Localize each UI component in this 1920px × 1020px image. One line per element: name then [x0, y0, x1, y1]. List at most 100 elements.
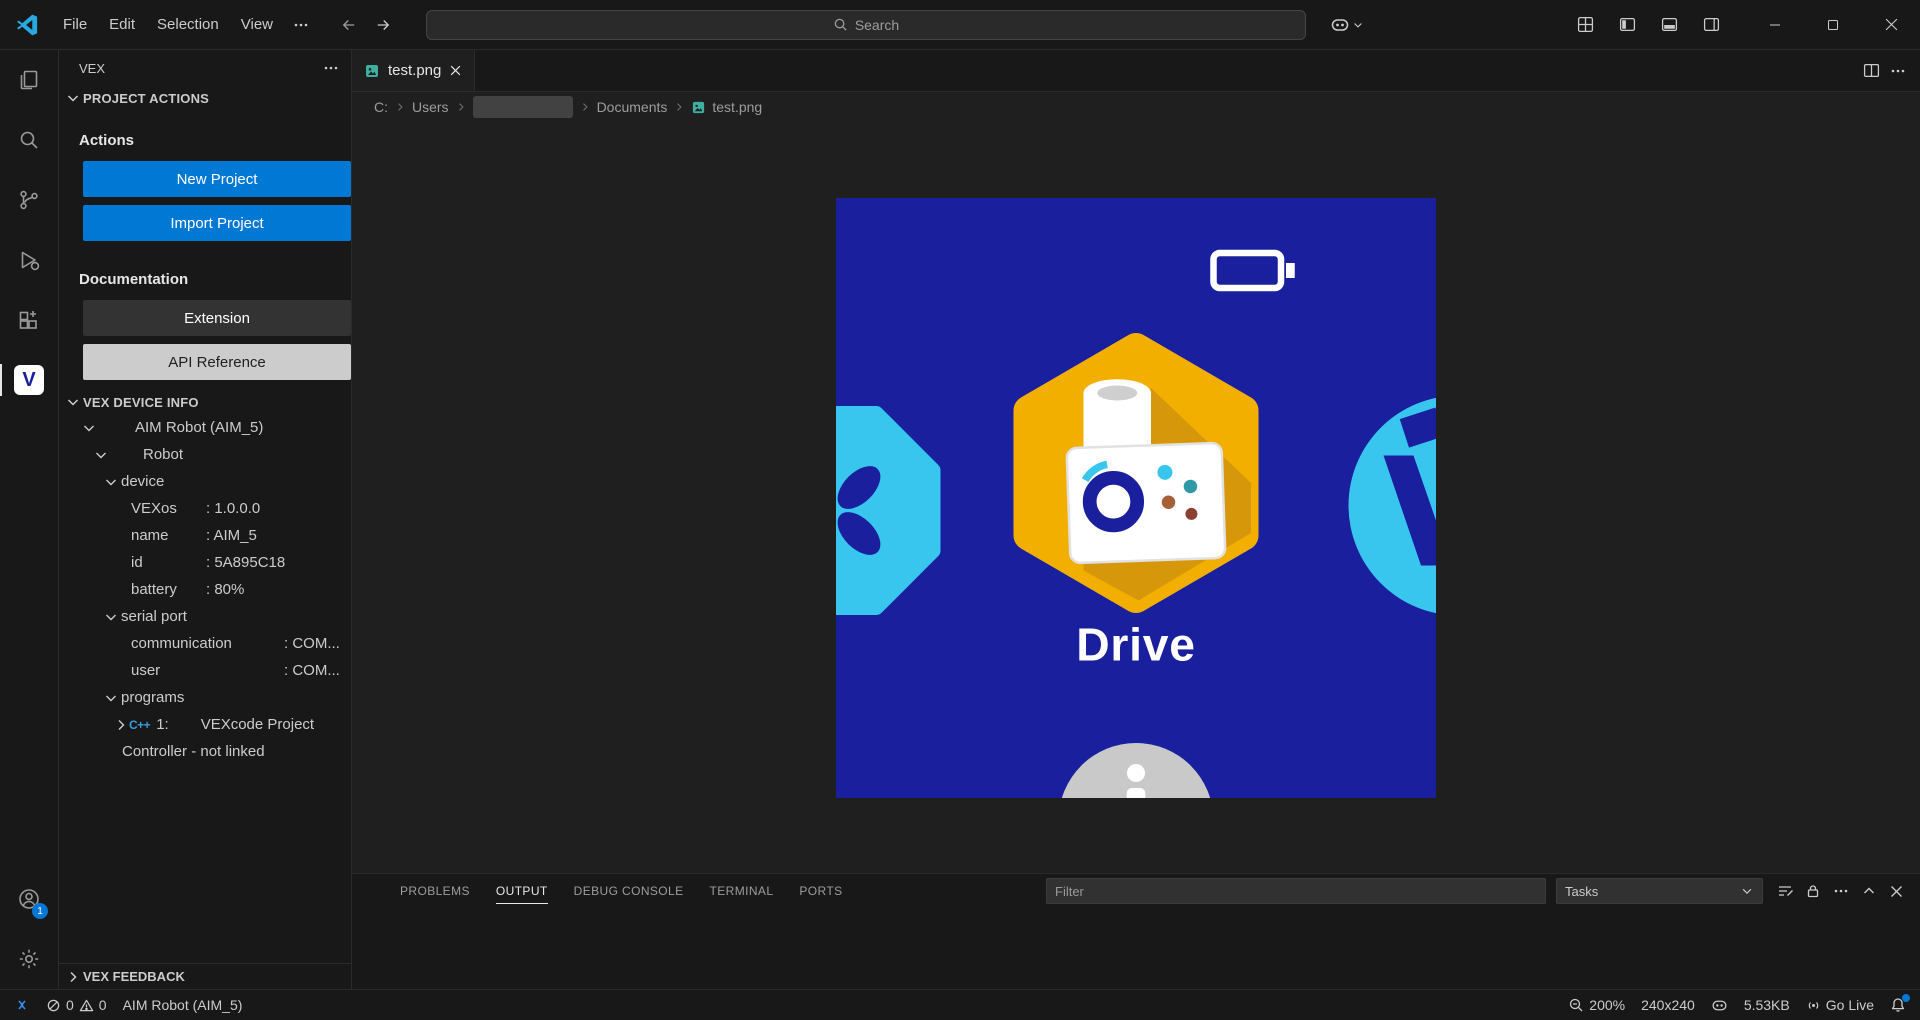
chevron-right-icon: [579, 101, 591, 113]
status-bar: 0 0 AIM Robot (AIM_5) 200% 240x240 5.53K…: [0, 989, 1920, 1020]
settings-gear-icon[interactable]: [0, 929, 58, 989]
redacted-username[interactable]: [473, 96, 573, 118]
split-editor-icon[interactable]: [1863, 62, 1880, 79]
tree-item-controller[interactable]: Controller - not linked: [59, 738, 351, 765]
menu-selection[interactable]: Selection: [146, 11, 230, 38]
api-reference-button[interactable]: API Reference: [83, 344, 351, 380]
maximize-button[interactable]: [1804, 0, 1862, 50]
tree-item-program-1[interactable]: C++ 1: VEXcode Project: [59, 711, 351, 738]
explorer-icon[interactable]: [0, 50, 58, 110]
breadcrumb-users[interactable]: Users: [412, 99, 449, 115]
search-command-center[interactable]: Search: [426, 10, 1306, 40]
tree-item-name[interactable]: name : AIM_5: [59, 522, 351, 549]
vscode-logo-icon: [16, 14, 38, 36]
image-dimensions-status[interactable]: 240x240: [1633, 990, 1703, 1020]
broadcast-icon: [1806, 998, 1821, 1013]
image-preview: Drive: [836, 198, 1436, 798]
chevron-right-icon: [394, 101, 406, 113]
notification-dot: [1902, 994, 1910, 1002]
sidebar-more-icon[interactable]: [323, 60, 339, 76]
go-live-button[interactable]: Go Live: [1798, 990, 1882, 1020]
file-size-status[interactable]: 5.53KB: [1736, 990, 1798, 1020]
account-icon[interactable]: 1: [0, 869, 58, 929]
tab-ports[interactable]: PORTS: [799, 878, 842, 904]
vscode-window: File Edit Selection View Search: [0, 0, 1920, 1020]
tree-item-user[interactable]: user : COM...: [59, 657, 351, 684]
copilot-menu[interactable]: [1330, 15, 1364, 35]
tree-item-vexos[interactable]: VEXos : 1.0.0.0: [59, 495, 351, 522]
maximize-panel-icon[interactable]: [1861, 883, 1877, 899]
tree-item-programs[interactable]: programs: [59, 684, 351, 711]
tree-item-id[interactable]: id : 5A895C18: [59, 549, 351, 576]
section-vex-device-info[interactable]: VEX DEVICE INFO: [59, 390, 351, 414]
close-tab-icon[interactable]: [449, 64, 462, 77]
vex-extension-icon[interactable]: V: [0, 350, 58, 410]
tab-problems[interactable]: PROBLEMS: [400, 878, 470, 904]
chevron-down-icon: [103, 609, 119, 625]
extension-button[interactable]: Extension: [83, 300, 351, 336]
chevron-right-icon: [65, 969, 81, 985]
output-content: [352, 908, 1920, 989]
tab-test-png[interactable]: test.png: [352, 50, 475, 91]
menu-view[interactable]: View: [230, 11, 284, 38]
breadcrumb-file[interactable]: test.png: [712, 99, 762, 115]
back-arrow-icon[interactable]: [332, 10, 366, 40]
toggle-panel-icon[interactable]: [1652, 10, 1686, 40]
notifications-bell-icon[interactable]: [1882, 990, 1914, 1020]
actions-heading: Actions: [59, 132, 351, 149]
lock-autoscroll-icon[interactable]: [1805, 883, 1821, 899]
output-filter-input[interactable]: [1046, 878, 1546, 904]
chevron-right-icon: [113, 717, 129, 733]
chevron-down-icon: [1740, 884, 1754, 898]
tree-item-serial-port[interactable]: serial port: [59, 603, 351, 630]
tree-item-communication[interactable]: communication : COM...: [59, 630, 351, 657]
menu-file[interactable]: File: [52, 11, 98, 38]
new-project-button[interactable]: New Project: [83, 161, 351, 197]
editor-more-icon[interactable]: [1890, 63, 1906, 79]
panel-more-icon[interactable]: [1833, 883, 1849, 899]
breadcrumb-drive[interactable]: C:: [374, 99, 388, 115]
breadcrumb-documents[interactable]: Documents: [597, 99, 668, 115]
device-status[interactable]: AIM Robot (AIM_5): [115, 990, 251, 1020]
remote-indicator[interactable]: [6, 990, 38, 1020]
tab-terminal[interactable]: TERMINAL: [710, 878, 774, 904]
extensions-icon[interactable]: [0, 290, 58, 350]
run-debug-icon[interactable]: [0, 230, 58, 290]
search-sidebar-icon[interactable]: [0, 110, 58, 170]
toggle-secondary-sidebar-icon[interactable]: [1694, 10, 1728, 40]
tree-item-aim-robot[interactable]: AIM Robot (AIM_5): [59, 414, 351, 441]
problems-status[interactable]: 0 0: [38, 990, 115, 1020]
tab-output[interactable]: OUTPUT: [496, 878, 548, 904]
zoom-status[interactable]: 200%: [1560, 990, 1633, 1020]
menu-edit[interactable]: Edit: [98, 11, 146, 38]
tree-item-device[interactable]: device: [59, 468, 351, 495]
section-project-actions[interactable]: PROJECT ACTIONS: [59, 86, 351, 110]
chevron-right-icon: [673, 101, 685, 113]
close-window-button[interactable]: [1862, 0, 1920, 50]
chevron-down-icon: [1352, 19, 1364, 31]
menu-more-icon[interactable]: [284, 10, 318, 40]
tree-item-battery[interactable]: battery : 80%: [59, 576, 351, 603]
forward-arrow-icon[interactable]: [366, 10, 400, 40]
tab-debug-console[interactable]: DEBUG CONSOLE: [574, 878, 684, 904]
breadcrumb: C: Users Documents test.png: [352, 92, 1920, 122]
chevron-down-icon: [103, 690, 119, 706]
copilot-status-icon[interactable]: [1703, 990, 1736, 1020]
chevron-down-icon: [93, 447, 109, 463]
source-control-icon[interactable]: [0, 170, 58, 230]
tab-title: test.png: [388, 62, 441, 79]
output-channel-select[interactable]: Tasks: [1556, 878, 1763, 904]
warning-icon: [79, 998, 94, 1013]
chevron-down-icon: [65, 90, 81, 106]
account-badge: 1: [32, 903, 48, 919]
title-bar: File Edit Selection View Search: [0, 0, 1920, 50]
close-panel-icon[interactable]: [1889, 884, 1904, 899]
vex-sidebar: VEX PROJECT ACTIONS Actions New Project …: [59, 50, 352, 989]
customize-layout-icon[interactable]: [1568, 10, 1602, 40]
toggle-primary-sidebar-icon[interactable]: [1610, 10, 1644, 40]
import-project-button[interactable]: Import Project: [83, 205, 351, 241]
clear-output-icon[interactable]: [1777, 883, 1793, 899]
section-vex-feedback[interactable]: VEX FEEDBACK: [59, 963, 351, 989]
minimize-button[interactable]: [1746, 0, 1804, 50]
tree-item-robot[interactable]: Robot: [59, 441, 351, 468]
